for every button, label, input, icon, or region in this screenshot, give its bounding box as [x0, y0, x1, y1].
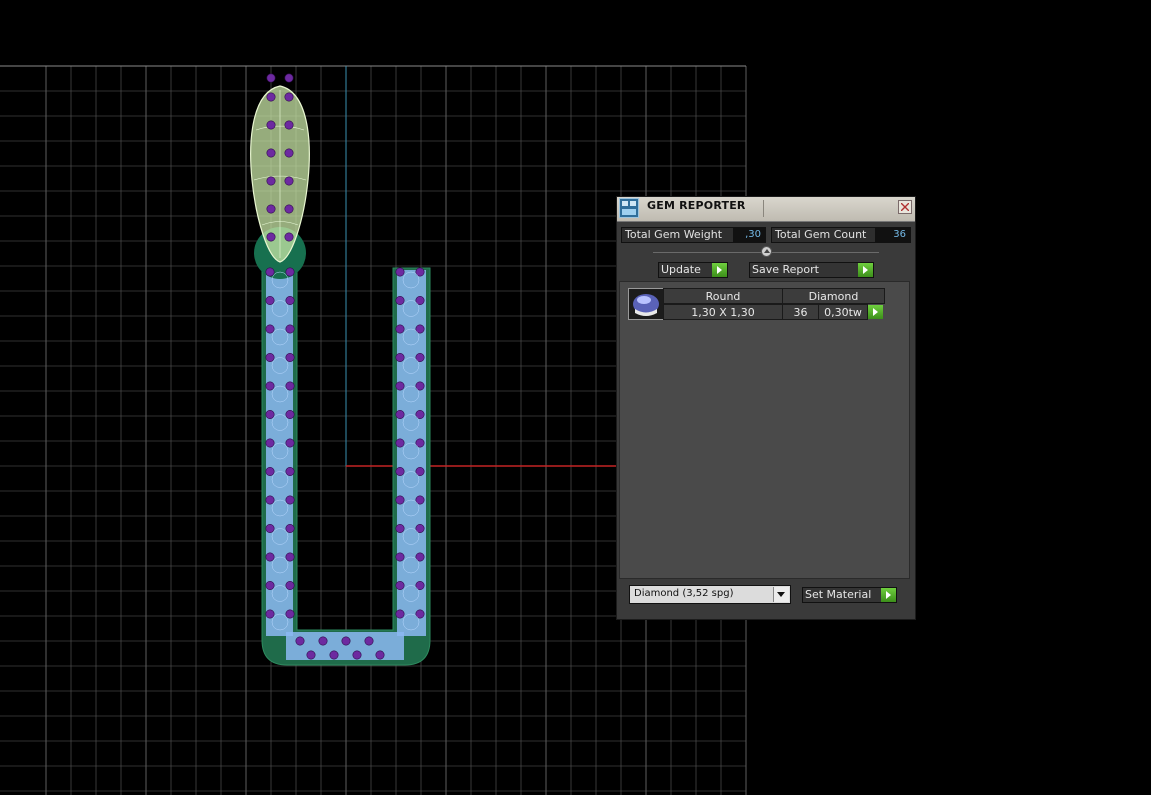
prong: [395, 552, 405, 562]
prong: [395, 495, 405, 505]
total-gem-weight-value: ,30: [734, 228, 765, 242]
prong: [285, 552, 295, 562]
gem-channel-bottom: [286, 632, 404, 660]
prong: [395, 523, 405, 533]
prong: [285, 580, 295, 590]
chevron-down-icon[interactable]: [773, 587, 789, 602]
prong: [341, 636, 351, 646]
prong: [395, 267, 405, 277]
gem-reporter-panel: GEM REPORTER Total Gem Weight ,30 Total …: [616, 196, 916, 620]
prong: [285, 267, 295, 277]
prong: [285, 295, 295, 305]
prong: [265, 580, 275, 590]
title-separator: [763, 200, 764, 217]
update-button[interactable]: Update: [658, 262, 728, 278]
play-arrow-icon: [858, 263, 873, 277]
prong: [285, 324, 295, 334]
panel-title: GEM REPORTER: [647, 199, 746, 212]
gem-reporter-app-icon: [619, 198, 639, 218]
prong: [375, 650, 385, 660]
prong: [395, 609, 405, 619]
prong: [352, 650, 362, 660]
prong: [364, 636, 374, 646]
prong: [265, 324, 275, 334]
prong: [265, 267, 275, 277]
play-arrow-icon: [868, 305, 883, 319]
prong: [318, 636, 328, 646]
close-icon[interactable]: [898, 200, 912, 214]
save-report-button-label: Save Report: [752, 263, 819, 276]
prong: [395, 381, 405, 391]
gem-list: Round Diamond 1,30 X 1,30 36 0,30tw: [619, 281, 910, 579]
prong: [266, 120, 276, 130]
prong: [265, 352, 275, 362]
prong: [265, 552, 275, 562]
prong: [395, 438, 405, 448]
prong: [395, 324, 405, 334]
total-gem-count-label: Total Gem Count: [772, 228, 876, 242]
play-arrow-icon: [712, 263, 727, 277]
total-gem-weight-field: Total Gem Weight ,30: [621, 227, 766, 243]
prong: [266, 73, 276, 83]
prong: [285, 438, 295, 448]
prong: [284, 148, 294, 158]
set-material-button[interactable]: Set Material: [802, 587, 897, 603]
prong: [284, 120, 294, 130]
total-gem-count-field: Total Gem Count 36: [771, 227, 911, 243]
prong: [285, 352, 295, 362]
prong: [285, 523, 295, 533]
prong: [395, 409, 405, 419]
shape-header: Round: [663, 288, 783, 304]
prong: [285, 381, 295, 391]
prong: [284, 92, 294, 102]
prong: [395, 466, 405, 476]
total-gem-weight-label: Total Gem Weight: [622, 228, 734, 242]
prong: [285, 409, 295, 419]
total-gem-count-value: 36: [876, 228, 910, 242]
gem-weight-cell: 0,30tw: [818, 304, 868, 320]
prong: [266, 204, 276, 214]
prong: [265, 409, 275, 419]
prong: [395, 352, 405, 362]
gem-channel-left: [266, 266, 293, 636]
prong: [285, 466, 295, 476]
slider-handle[interactable]: [761, 246, 772, 257]
material-header: Diamond: [782, 288, 885, 304]
prong: [329, 650, 339, 660]
prong: [295, 636, 305, 646]
prong: [284, 232, 294, 242]
prong: [285, 495, 295, 505]
prong: [265, 295, 275, 305]
prong: [265, 495, 275, 505]
prong: [284, 73, 294, 83]
gem-size-cell: 1,30 X 1,30: [663, 304, 783, 320]
prong: [266, 176, 276, 186]
set-material-button-label: Set Material: [805, 588, 872, 601]
prong: [265, 438, 275, 448]
round-gem-thumbnail-icon: [628, 288, 664, 320]
prong: [395, 295, 405, 305]
prong: [284, 204, 294, 214]
prong: [395, 580, 405, 590]
prong: [285, 609, 295, 619]
prong: [265, 381, 275, 391]
save-report-button[interactable]: Save Report: [749, 262, 874, 278]
prong: [266, 92, 276, 102]
gem-count-cell: 36: [782, 304, 819, 320]
3d-viewport[interactable]: [0, 0, 1151, 795]
prong: [265, 523, 275, 533]
prong: [265, 466, 275, 476]
material-select[interactable]: Diamond (3,52 spg): [629, 585, 791, 604]
prong: [265, 609, 275, 619]
prong: [306, 650, 316, 660]
play-arrow-icon: [881, 588, 896, 602]
prong: [266, 232, 276, 242]
material-select-value: Diamond (3,52 spg): [634, 588, 734, 599]
prong: [284, 176, 294, 186]
prong: [266, 148, 276, 158]
row-go-button[interactable]: [867, 304, 885, 320]
update-button-label: Update: [661, 263, 701, 276]
panel-titlebar[interactable]: GEM REPORTER: [617, 197, 915, 222]
